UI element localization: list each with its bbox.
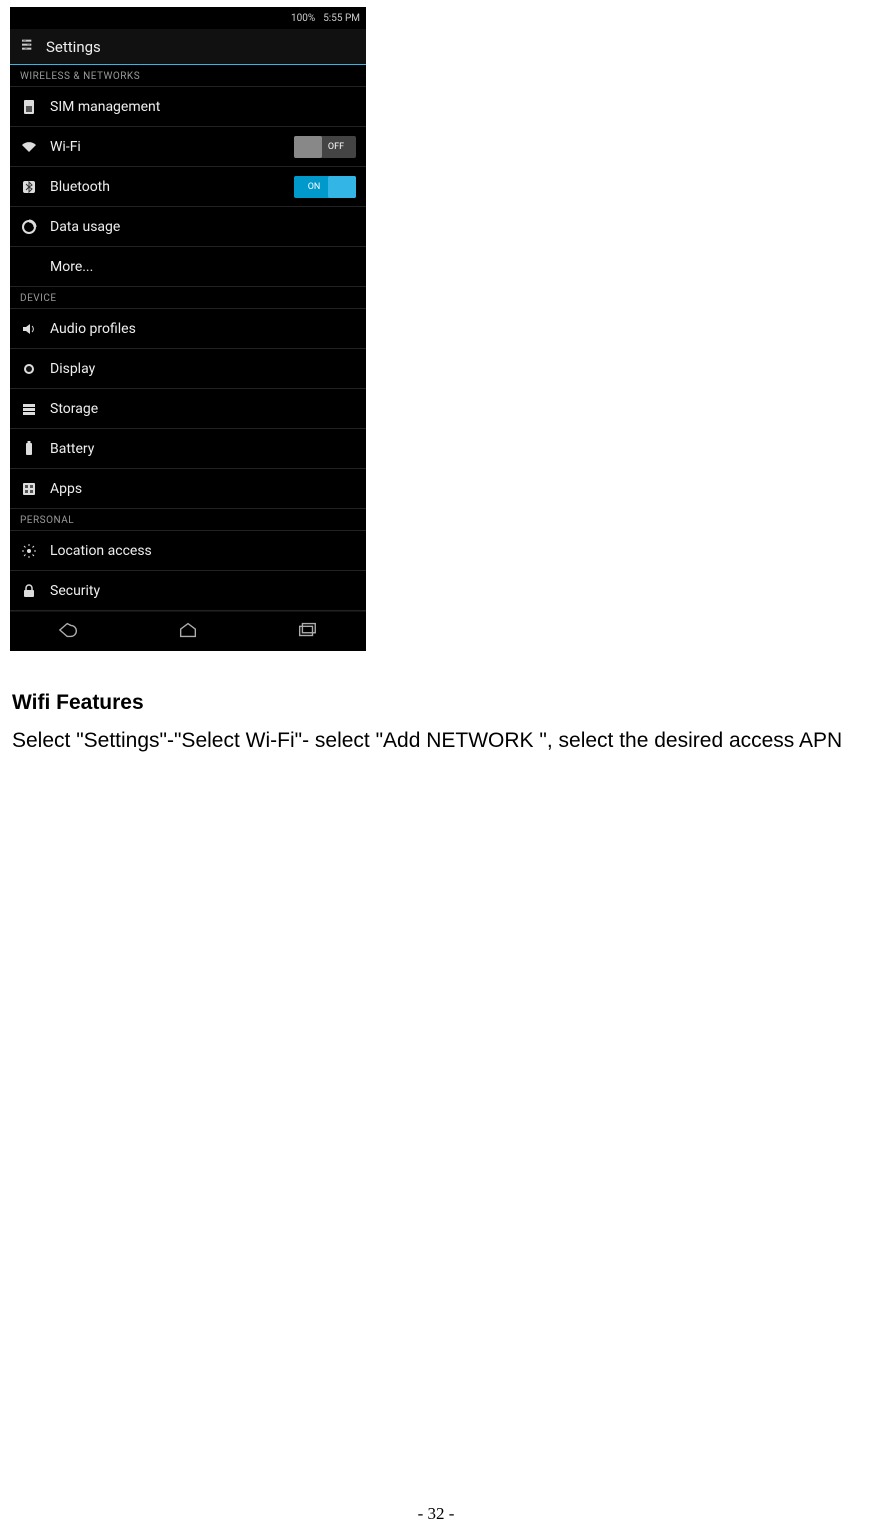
storage-icon	[20, 401, 38, 417]
nav-bar	[10, 611, 366, 651]
section-device-header: DEVICE	[10, 287, 366, 309]
location-icon	[20, 543, 38, 559]
lock-icon	[20, 583, 38, 599]
audio-icon	[20, 321, 38, 337]
row-display[interactable]: Display	[10, 349, 366, 389]
battery-pct: 100%	[291, 13, 315, 24]
row-audio[interactable]: Audio profiles	[10, 309, 366, 349]
wifi-toggle[interactable]: OFF	[294, 136, 356, 158]
row-data-usage[interactable]: Data usage	[10, 207, 366, 247]
status-bar: 100% 5:55 PM	[10, 7, 366, 29]
sim-label: SIM management	[50, 99, 356, 115]
row-wifi[interactable]: Wi-Fi OFF	[10, 127, 366, 167]
section-wireless-header: WIRELESS & NETWORKS	[10, 65, 366, 87]
row-storage[interactable]: Storage	[10, 389, 366, 429]
apps-icon	[20, 481, 38, 497]
row-battery[interactable]: Battery	[10, 429, 366, 469]
data-usage-icon	[20, 219, 38, 235]
display-icon	[20, 361, 38, 377]
doc-paragraph: Select "Settings"-"Select Wi-Fi"- select…	[12, 727, 862, 755]
row-sim[interactable]: SIM management	[10, 87, 366, 127]
doc-heading: Wifi Features	[12, 691, 862, 715]
data-usage-label: Data usage	[50, 219, 356, 235]
recent-button[interactable]	[296, 621, 318, 643]
storage-label: Storage	[50, 401, 356, 417]
title-bar: Settings	[10, 29, 366, 65]
bluetooth-toggle[interactable]: ON	[294, 176, 356, 198]
security-label: Security	[50, 583, 356, 599]
wifi-icon	[20, 139, 38, 155]
home-button[interactable]	[177, 621, 199, 643]
audio-label: Audio profiles	[50, 321, 356, 337]
page-title: Settings	[46, 38, 101, 56]
battery-setting-icon	[20, 441, 38, 457]
apps-label: Apps	[50, 481, 356, 497]
back-button[interactable]	[58, 621, 80, 643]
wifi-toggle-label: OFF	[328, 142, 344, 152]
battery-label: Battery	[50, 441, 356, 457]
bluetooth-label: Bluetooth	[50, 179, 282, 195]
wifi-label: Wi-Fi	[50, 139, 282, 155]
row-more[interactable]: More...	[10, 247, 366, 287]
more-label: More...	[50, 259, 356, 275]
location-label: Location access	[50, 543, 356, 559]
sim-icon	[20, 99, 38, 115]
clock: 5:55 PM	[323, 13, 360, 24]
settings-icon	[20, 37, 36, 57]
display-label: Display	[50, 361, 356, 377]
bluetooth-toggle-label: ON	[308, 182, 321, 192]
bluetooth-icon	[20, 179, 38, 195]
page-number: - 32 -	[0, 1504, 872, 1524]
row-bluetooth[interactable]: Bluetooth ON	[10, 167, 366, 207]
section-personal-header: PERSONAL	[10, 509, 366, 531]
document-body: Wifi Features Select "Settings"-"Select …	[12, 691, 862, 755]
row-security[interactable]: Security	[10, 571, 366, 611]
row-apps[interactable]: Apps	[10, 469, 366, 509]
row-location[interactable]: Location access	[10, 531, 366, 571]
phone-screenshot: 100% 5:55 PM Settings WIRELESS & NETWORK…	[10, 7, 366, 651]
